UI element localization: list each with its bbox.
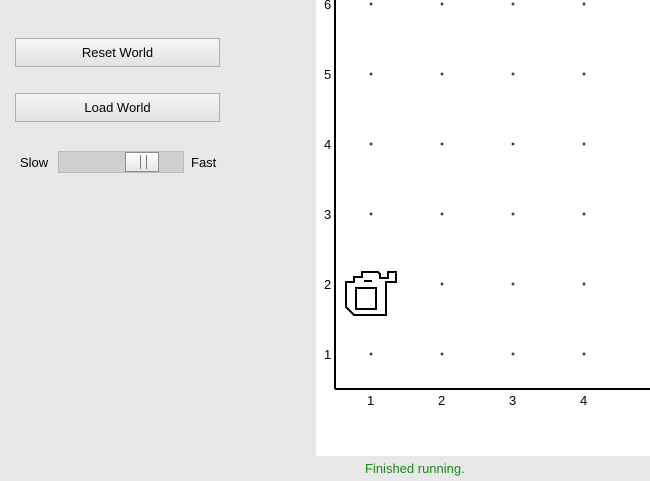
row-label: 4 bbox=[324, 137, 331, 152]
row-label: 1 bbox=[324, 347, 331, 362]
corner-dot bbox=[511, 212, 515, 216]
row-label: 6 bbox=[324, 0, 331, 12]
column-label: 4 bbox=[580, 393, 587, 408]
corner-dot bbox=[582, 212, 586, 216]
corner-dot bbox=[582, 72, 586, 76]
speed-slider[interactable] bbox=[58, 151, 184, 173]
corner-dot bbox=[440, 212, 444, 216]
corner-dot bbox=[582, 2, 586, 6]
world-canvas: 1 2 3 4 5 6 1 2 3 4 bbox=[316, 0, 650, 456]
status-message: Finished running. bbox=[365, 461, 465, 476]
corner-dot bbox=[511, 2, 515, 6]
corner-dot bbox=[511, 72, 515, 76]
slow-label: Slow bbox=[20, 155, 49, 170]
corner-dot bbox=[369, 142, 373, 146]
corner-dot bbox=[369, 212, 373, 216]
corner-dot bbox=[440, 2, 444, 6]
corner-dot bbox=[582, 142, 586, 146]
column-label: 2 bbox=[438, 393, 445, 408]
reset-world-button[interactable]: Reset World bbox=[15, 38, 220, 67]
corner-dot bbox=[440, 72, 444, 76]
corner-dot bbox=[440, 282, 444, 286]
world-axes bbox=[334, 0, 650, 390]
corner-dot bbox=[511, 142, 515, 146]
corner-dot bbox=[369, 72, 373, 76]
fast-label: Fast bbox=[191, 155, 217, 170]
corner-dot bbox=[582, 352, 586, 356]
row-label: 5 bbox=[324, 67, 331, 82]
world-grid: 1 2 3 4 5 6 1 2 3 4 bbox=[324, 0, 650, 408]
column-label: 3 bbox=[509, 393, 516, 408]
corner-dot bbox=[369, 352, 373, 356]
load-world-button[interactable]: Load World bbox=[15, 93, 220, 122]
corner-dot bbox=[582, 282, 586, 286]
corner-dot bbox=[440, 142, 444, 146]
speed-slider-thumb[interactable] bbox=[125, 152, 159, 172]
row-label: 2 bbox=[324, 277, 331, 292]
row-label: 3 bbox=[324, 207, 331, 222]
corner-dot bbox=[511, 282, 515, 286]
corner-dot bbox=[369, 2, 373, 6]
karel-robot-icon bbox=[345, 271, 397, 316]
corner-dot bbox=[511, 352, 515, 356]
corner-dot bbox=[440, 352, 444, 356]
column-label: 1 bbox=[367, 393, 374, 408]
